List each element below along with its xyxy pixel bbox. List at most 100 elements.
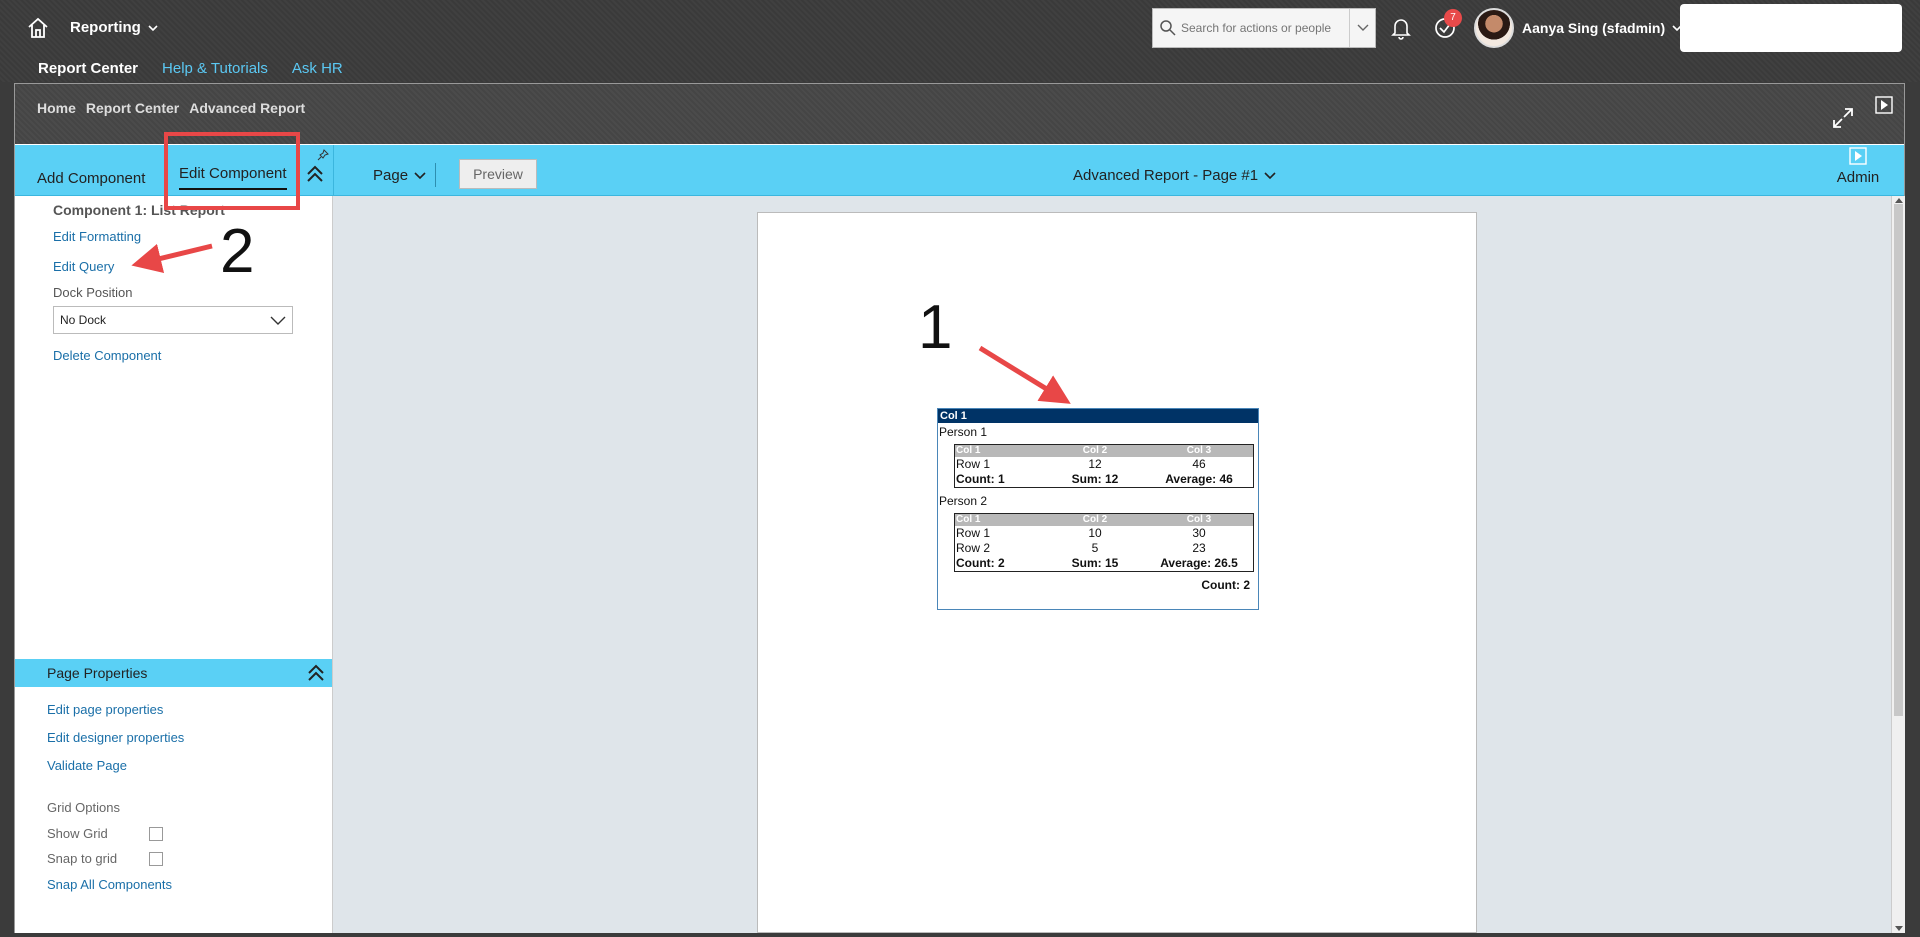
preview-button[interactable]: Preview [459, 159, 537, 189]
page-menu-label: Page [373, 167, 409, 184]
page-title: Advanced Report - Page #1 [1073, 167, 1259, 184]
totals-row: Count: 2 Sum: 15 Average: 26.5 [955, 556, 1253, 571]
column-header: Col 2 [1082, 514, 1108, 525]
nav-report-center[interactable]: Report Center [38, 60, 138, 77]
chevron-down-icon [414, 171, 426, 179]
total-cell: Count: 1 [956, 472, 1005, 486]
totals-row: Count: 1 Sum: 12 Average: 46 [955, 472, 1253, 487]
table-cell: Row 1 [956, 457, 991, 471]
group-label: Person 1 [939, 425, 988, 439]
edit-page-properties-link[interactable]: Edit page properties [47, 702, 163, 717]
show-grid-checkbox[interactable] [149, 827, 163, 841]
left-panel: Component 1: List Report Edit Formatting… [15, 196, 333, 933]
grid-options-label: Grid Options [47, 800, 120, 815]
bell-icon[interactable] [1390, 16, 1412, 40]
page-menu[interactable]: Page [373, 167, 426, 184]
double-chevron-up-icon[interactable] [305, 163, 325, 185]
snap-all-components-link[interactable]: Snap All Components [47, 877, 172, 892]
table-cell: 12 [1088, 457, 1102, 471]
group-table: Col 1 Col 2 Col 3 Row 1 12 46 Count: 1 S… [954, 444, 1254, 488]
avatar[interactable] [1474, 8, 1514, 48]
scroll-down-arrow[interactable] [1895, 926, 1903, 931]
scrollbar-thumb[interactable] [1894, 204, 1903, 716]
chevron-down-icon [148, 24, 158, 31]
redacted-area [1680, 4, 1902, 52]
column-header: Col 2 [1082, 445, 1108, 456]
table-cell: Row 1 [956, 526, 991, 540]
play-icon[interactable] [1875, 96, 1893, 114]
edit-designer-properties-link[interactable]: Edit designer properties [47, 730, 184, 745]
search-scope-dropdown[interactable] [1349, 9, 1375, 47]
sub-navigation: Report Center Help & Tutorials Ask HR [38, 60, 343, 77]
chevron-down-icon [270, 316, 286, 325]
annotation-highlight-box [164, 132, 300, 210]
dock-position-select[interactable]: No Dock [53, 306, 293, 334]
toolbar-separator [333, 145, 334, 196]
table-cell: Row 2 [956, 541, 991, 555]
shell-header: Reporting 7 Aanya Sing (sfadmin) Report … [0, 0, 1920, 82]
page-selector[interactable]: Advanced Report - Page #1 [1073, 167, 1276, 184]
show-grid-label: Show Grid [47, 826, 108, 841]
admin-button[interactable]: Admin [1833, 147, 1883, 186]
group-table: Col 1 Col 2 Col 3 Row 1 10 30 Row 2 5 23… [954, 513, 1254, 572]
total-cell: Sum: 12 [1071, 472, 1119, 486]
product-name: Reporting [70, 19, 141, 36]
tab-add-component[interactable]: Add Component [37, 170, 145, 187]
product-menu[interactable]: Reporting [70, 19, 159, 36]
edit-formatting-link[interactable]: Edit Formatting [53, 229, 141, 244]
column-header: Col 3 [1186, 445, 1212, 456]
table-cell: 30 [1192, 526, 1206, 540]
page-properties-header[interactable]: Page Properties [15, 659, 332, 687]
search-icon [1160, 20, 1176, 36]
search-box [1152, 8, 1376, 48]
vertical-scrollbar[interactable] [1891, 196, 1905, 933]
table-header: Col 1 Col 2 Col 3 [955, 445, 1253, 457]
nav-ask-hr[interactable]: Ask HR [292, 60, 343, 77]
user-menu[interactable]: Aanya Sing (sfadmin) [1522, 20, 1683, 36]
annotation-number-1: 1 [918, 293, 953, 362]
dock-position-value: No Dock [60, 313, 107, 327]
total-cell: Average: 26.5 [1160, 556, 1238, 570]
pin-icon[interactable] [317, 149, 329, 161]
breadcrumb-report-center[interactable]: Report Center [86, 100, 179, 116]
table-cell: 5 [1091, 541, 1099, 555]
breadcrumb-home[interactable]: Home [37, 100, 76, 116]
column-header: Col 1 [956, 514, 981, 525]
toolbar-divider [435, 163, 436, 187]
admin-label: Admin [1836, 169, 1880, 186]
home-icon[interactable] [26, 16, 50, 40]
fullscreen-icon[interactable] [1831, 106, 1855, 130]
total-cell: Average: 46 [1165, 472, 1233, 486]
snap-to-grid-checkbox[interactable] [149, 852, 163, 866]
play-icon [1849, 147, 1867, 165]
snap-to-grid-label: Snap to grid [47, 851, 118, 866]
chevron-down-icon [1357, 24, 1368, 31]
grand-total: Count: 2 [1201, 578, 1250, 592]
table-row: Row 2 5 23 [955, 541, 1253, 556]
nav-help-tutorials[interactable]: Help & Tutorials [162, 60, 268, 77]
search-input[interactable] [1181, 21, 1351, 35]
total-cell: Sum: 15 [1071, 556, 1119, 570]
group-label: Person 2 [939, 494, 988, 508]
double-chevron-up-icon [308, 664, 324, 681]
breadcrumb-advanced-report[interactable]: Advanced Report [189, 100, 305, 116]
page-properties-title: Page Properties [47, 665, 148, 681]
list-report-component[interactable]: Col 1 Person 1 Col 1 Col 2 Col 3 Row 1 1… [937, 408, 1259, 610]
report-header: Col 1 [938, 409, 1258, 423]
table-cell: 10 [1088, 526, 1102, 540]
delete-component-link[interactable]: Delete Component [53, 348, 161, 363]
validate-page-link[interactable]: Validate Page [47, 758, 127, 773]
table-cell: 23 [1192, 541, 1206, 555]
annotation-number-2: 2 [220, 217, 255, 286]
table-row: Row 1 12 46 [955, 457, 1253, 472]
scroll-up-arrow[interactable] [1895, 198, 1903, 203]
dock-position-label: Dock Position [53, 285, 133, 300]
column-header: Col 3 [1186, 514, 1212, 525]
edit-query-link[interactable]: Edit Query [53, 259, 114, 274]
chevron-down-icon [1264, 171, 1276, 179]
breadcrumb: Home Report Center Advanced Report [37, 100, 305, 116]
column-header: Col 1 [956, 445, 981, 456]
table-cell: 46 [1192, 457, 1206, 471]
notification-badge: 7 [1444, 9, 1462, 27]
table-header: Col 1 Col 2 Col 3 [955, 514, 1253, 526]
